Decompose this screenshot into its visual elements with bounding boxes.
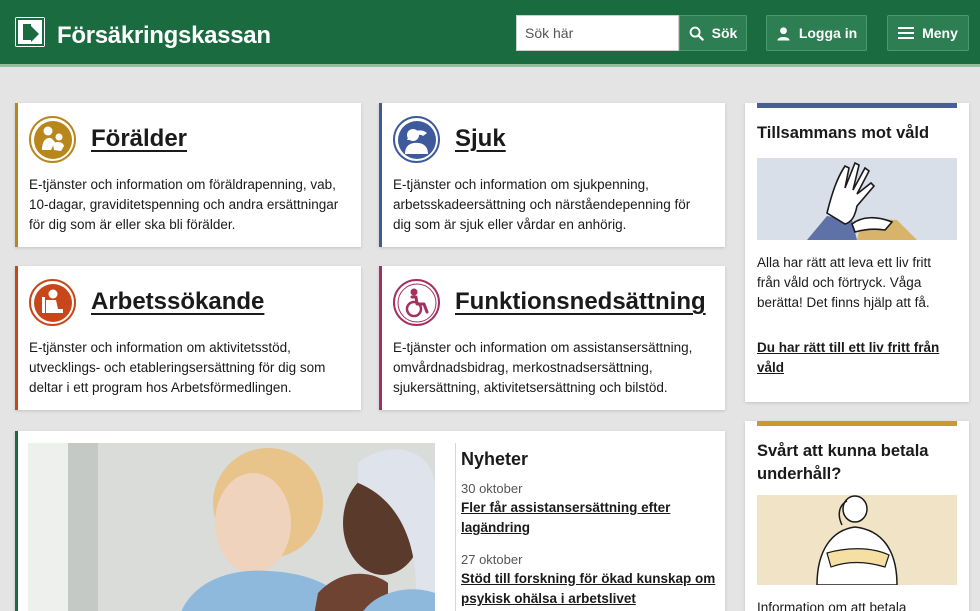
search-input[interactable] xyxy=(516,15,679,51)
search-button[interactable]: Sök xyxy=(679,15,747,51)
jobseeker-icon xyxy=(29,279,76,326)
card-title[interactable]: Funktionsnedsättning xyxy=(455,288,706,316)
search-icon xyxy=(689,26,704,41)
card-foralder[interactable]: Förälder E-tjänster och information om f… xyxy=(15,103,361,247)
card-description: E-tjänster och information om aktivitets… xyxy=(29,340,326,395)
card-stripe xyxy=(15,266,18,410)
side-card-accent xyxy=(757,421,957,426)
site-header: Försäkringskassan Sök Logga in Meny xyxy=(0,0,980,67)
side-card-accent xyxy=(757,103,957,108)
news-date: 27 oktober xyxy=(461,552,523,567)
logo-text[interactable]: Försäkringskassan xyxy=(57,22,271,50)
card-description: E-tjänster och information om sjukpennin… xyxy=(393,177,691,232)
card-title[interactable]: Arbetssökande xyxy=(91,288,264,316)
card-funktionsnedsattning[interactable]: Funktionsnedsättning E-tjänster och info… xyxy=(379,266,725,410)
side-card-title: Tillsammans mot våld xyxy=(757,124,930,142)
card-arbetssokande[interactable]: Arbetssökande E-tjänster och information… xyxy=(15,266,361,410)
wheelchair-icon xyxy=(393,279,440,326)
card-title[interactable]: Sjuk xyxy=(455,125,506,153)
news-date: 30 oktober xyxy=(461,481,523,496)
news-link[interactable]: Fler får assistansersättning efter lagän… xyxy=(461,498,721,538)
card-title[interactable]: Förälder xyxy=(91,125,187,153)
side-card-title: Svårt att kunna betala underhåll? xyxy=(757,442,929,483)
sick-icon xyxy=(393,116,440,163)
hands-illustration xyxy=(757,158,957,240)
login-button[interactable]: Logga in xyxy=(766,15,867,51)
menu-icon xyxy=(898,27,915,39)
side-card-violence: Tillsammans mot våld Alla har rätt att l… xyxy=(745,103,969,402)
logo-icon[interactable] xyxy=(15,17,45,47)
user-icon xyxy=(777,26,790,41)
person-illustration xyxy=(757,495,957,586)
side-card-link[interactable]: Du har rätt till ett liv fritt från våld xyxy=(757,338,957,378)
side-card-text: Information om att betala xyxy=(757,600,907,611)
menu-button-label: Meny xyxy=(922,25,958,41)
parent-icon xyxy=(29,116,76,163)
card-stripe xyxy=(379,103,382,247)
card-description: E-tjänster och information om assistanse… xyxy=(393,340,693,395)
side-card-text: Alla har rätt att leva ett liv fritt frå… xyxy=(757,255,932,310)
menu-button[interactable]: Meny xyxy=(887,15,969,51)
card-stripe xyxy=(15,431,18,611)
search-button-label: Sök xyxy=(711,25,738,41)
news-section: Nyheter 30 oktober Fler får assistansers… xyxy=(15,431,725,611)
card-stripe xyxy=(15,103,18,247)
card-stripe xyxy=(379,266,382,410)
card-description: E-tjänster och information om föräldrape… xyxy=(29,177,339,232)
news-link[interactable]: Stöd till forskning för ökad kunskap om … xyxy=(461,569,721,609)
card-sjuk[interactable]: Sjuk E-tjänster och information om sjukp… xyxy=(379,103,725,247)
news-divider xyxy=(455,443,456,611)
login-button-label: Logga in xyxy=(798,25,858,41)
news-photo xyxy=(28,443,435,611)
news-heading: Nyheter xyxy=(461,449,529,469)
side-card-maintenance: Svårt att kunna betala underhåll? Inform… xyxy=(745,421,969,611)
